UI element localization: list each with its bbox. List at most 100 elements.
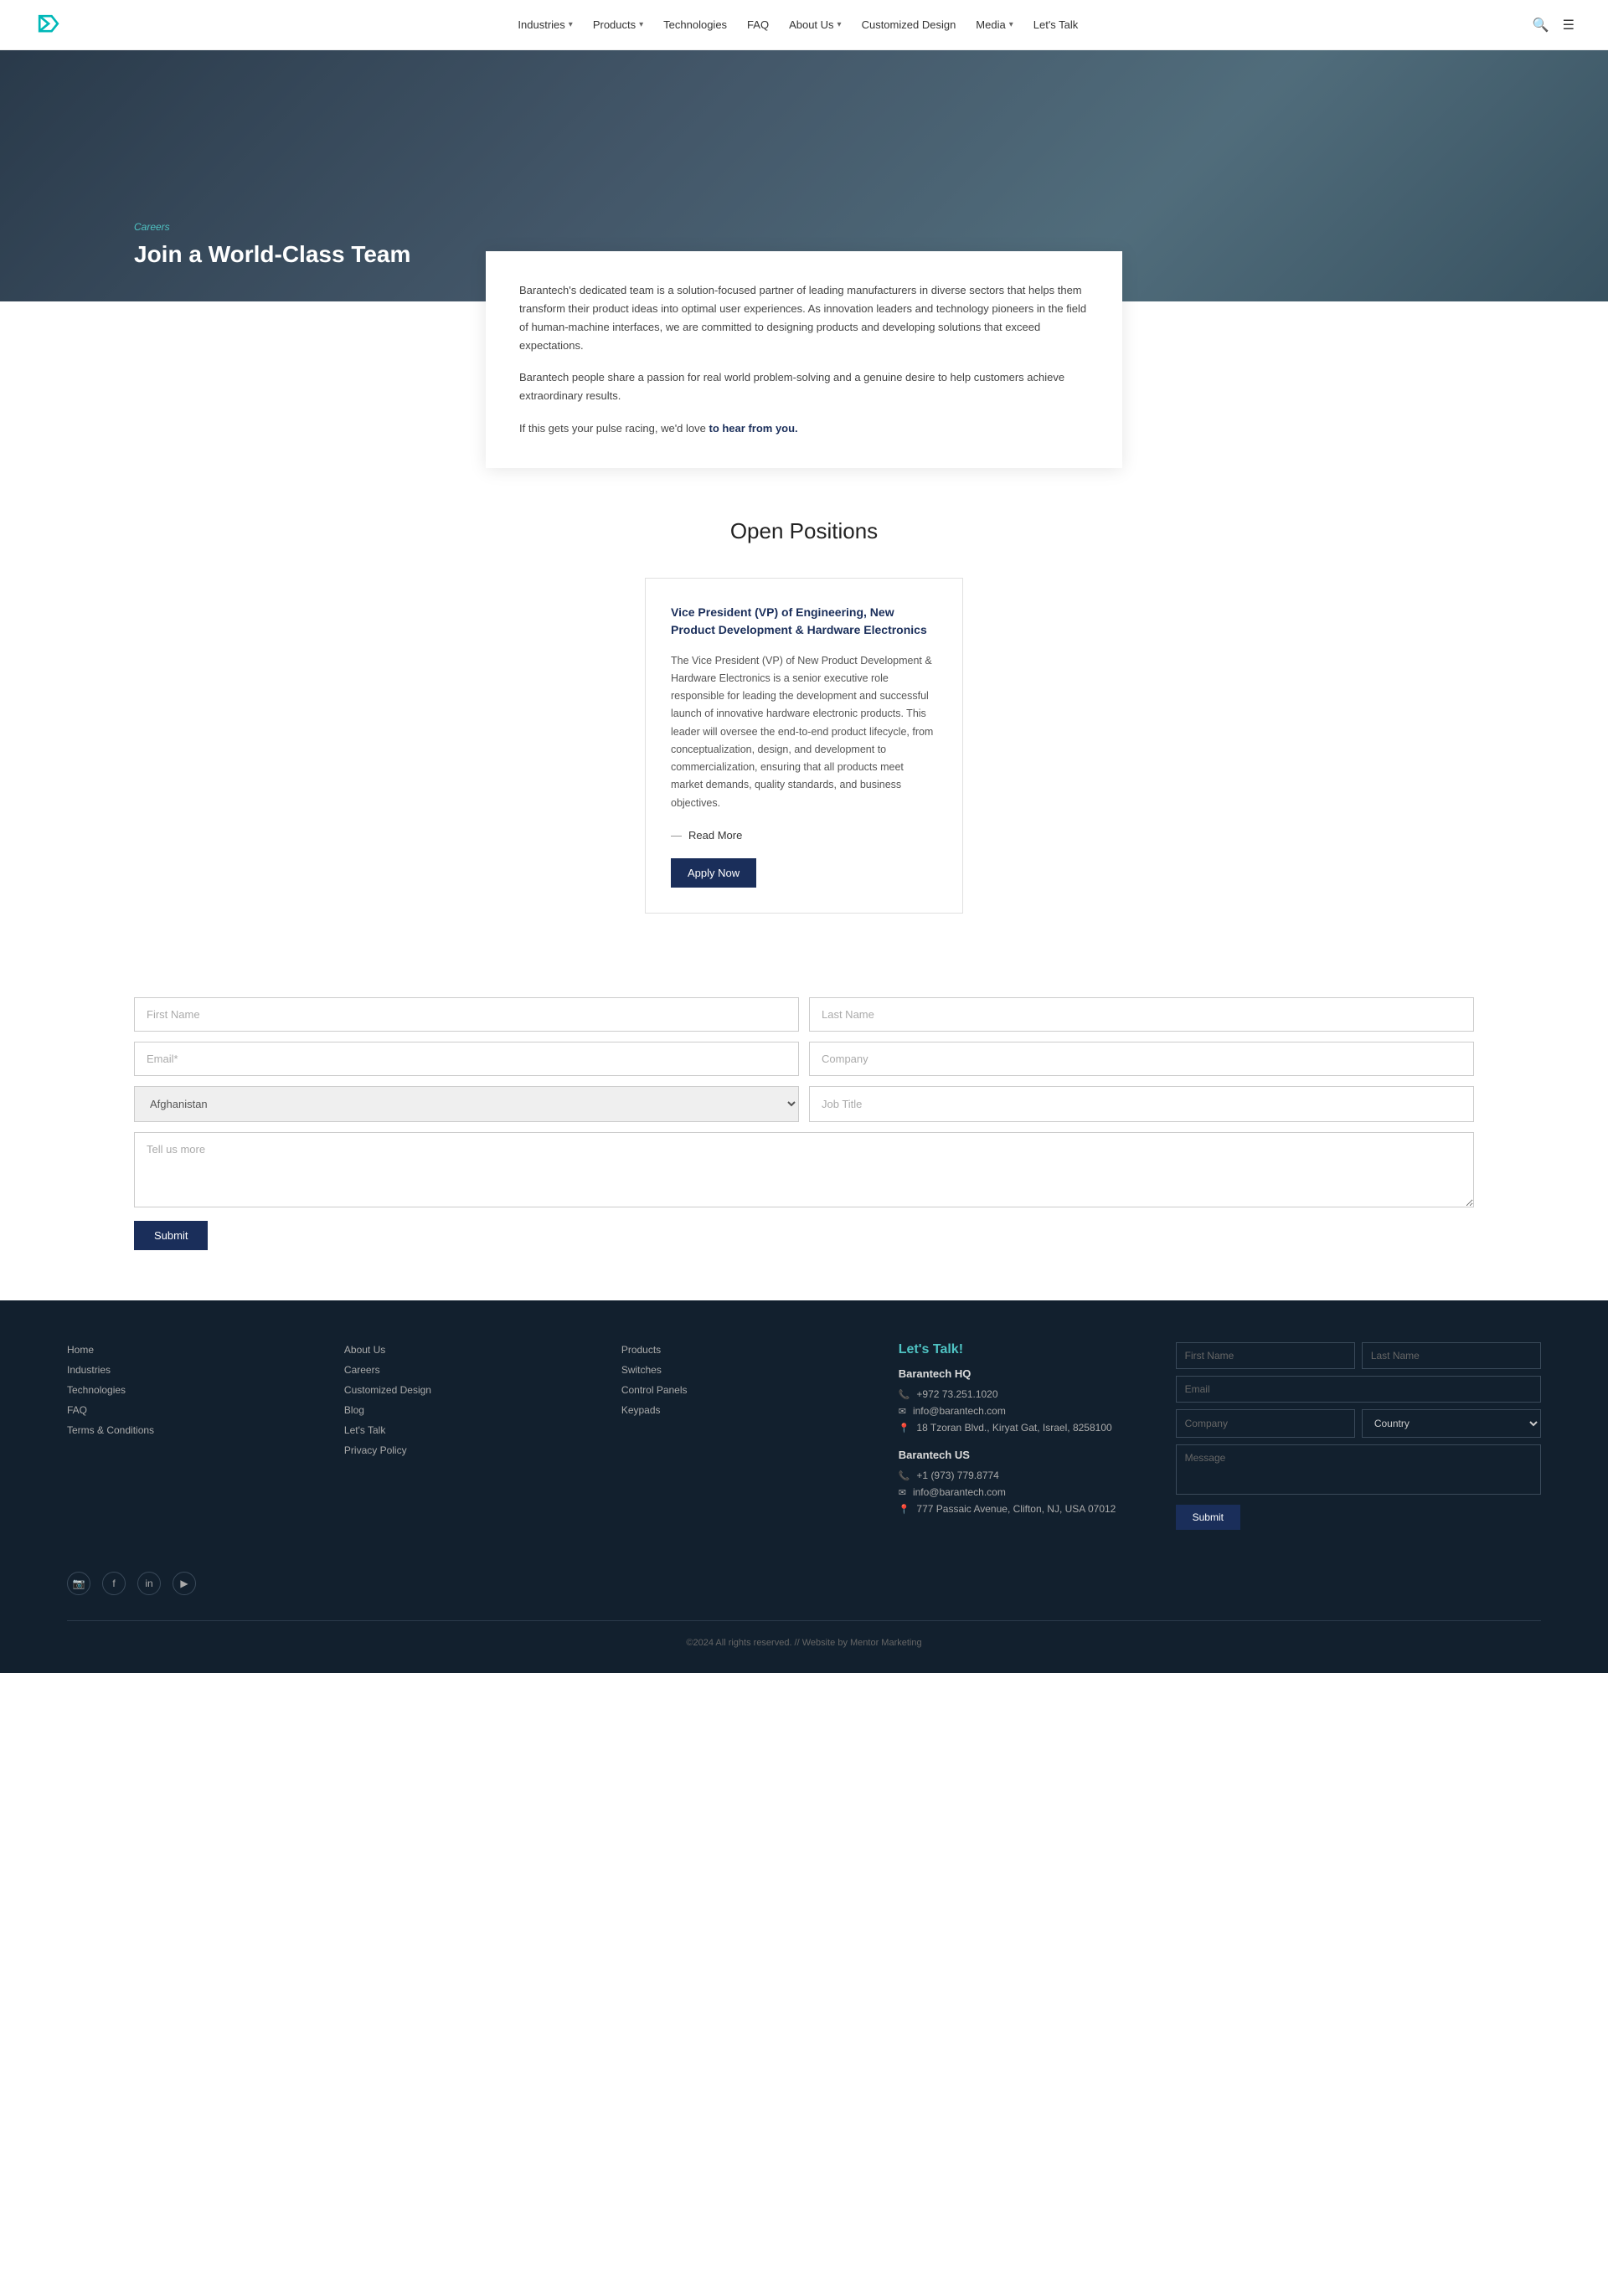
footer-links-col2: About Us Careers Customized Design Blog … (344, 1342, 588, 1456)
phone-icon-us: 📞 (899, 1470, 910, 1481)
footer-links-col1: Home Industries Technologies FAQ Terms &… (67, 1342, 311, 1436)
facebook-icon[interactable]: f (102, 1572, 126, 1595)
apply-now-button[interactable]: Apply Now (671, 858, 756, 888)
intro-para-3: If this gets your pulse racing, we'd lov… (519, 420, 1089, 438)
footer-link-faq[interactable]: FAQ (67, 1403, 311, 1416)
job-title: Vice President (VP) of Engineering, New … (671, 604, 937, 639)
footer-us-address: 📍 777 Passaic Avenue, Clifton, NJ, USA 0… (899, 1503, 1142, 1515)
footer-hq-title: Barantech HQ (899, 1367, 1142, 1380)
company-input[interactable] (809, 1042, 1474, 1076)
breadcrumb: Careers (134, 221, 410, 233)
footer-link-products[interactable]: Products (621, 1342, 865, 1356)
read-more-arrow: — (671, 829, 682, 842)
name-row (134, 997, 1474, 1032)
footer: Home Industries Technologies FAQ Terms &… (0, 1300, 1608, 1673)
copyright-text: ©2024 All rights reserved. // Website by… (686, 1638, 921, 1648)
footer-social-icons: 📷 f in ▶ (67, 1563, 1541, 1595)
nav-links: Industries ▾ Products ▾ Technologies FAQ… (518, 18, 1078, 31)
footer-link-home[interactable]: Home (67, 1342, 311, 1356)
footer-link-technologies[interactable]: Technologies (67, 1382, 311, 1396)
youtube-icon[interactable]: ▶ (173, 1572, 196, 1595)
footer-form-name-row (1176, 1342, 1541, 1369)
search-icon[interactable]: 🔍 (1533, 17, 1549, 33)
footer-link-terms[interactable]: Terms & Conditions (67, 1423, 311, 1436)
footer-col-3: Products Switches Control Panels Keypads (621, 1342, 865, 1530)
footer-link-keypads[interactable]: Keypads (621, 1403, 865, 1416)
intro-para-1: Barantech's dedicated team is a solution… (519, 281, 1089, 355)
open-positions-section: Open Positions Vice President (VP) of En… (0, 468, 1608, 981)
footer-link-customized[interactable]: Customized Design (344, 1382, 588, 1396)
footer-bottom: ©2024 All rights reserved. // Website by… (67, 1620, 1541, 1648)
footer-col-1: Home Industries Technologies FAQ Terms &… (67, 1342, 311, 1530)
linkedin-icon[interactable]: in (137, 1572, 161, 1595)
nav-industries[interactable]: Industries ▾ (518, 18, 572, 31)
location-icon-us: 📍 (899, 1504, 910, 1515)
location-icon: 📍 (899, 1423, 910, 1434)
intro-card: Barantech's dedicated team is a solution… (486, 251, 1122, 468)
job-title-input[interactable] (809, 1086, 1474, 1122)
logo[interactable] (34, 10, 64, 40)
country-select[interactable]: Afghanistan United States Israel (134, 1086, 799, 1122)
phone-icon: 📞 (899, 1389, 910, 1400)
footer-link-blog[interactable]: Blog (344, 1403, 588, 1416)
footer-message-textarea[interactable] (1176, 1444, 1541, 1495)
instagram-icon[interactable]: 📷 (67, 1572, 90, 1595)
footer-company-input[interactable] (1176, 1409, 1355, 1438)
footer-link-careers[interactable]: Careers (344, 1362, 588, 1376)
footer-us-email: ✉ info@barantech.com (899, 1486, 1142, 1498)
hamburger-icon[interactable]: ☰ (1563, 17, 1574, 33)
footer-link-control-panels[interactable]: Control Panels (621, 1382, 865, 1396)
country-job-row: Afghanistan United States Israel (134, 1086, 1474, 1122)
nav-faq[interactable]: FAQ (747, 18, 769, 31)
footer-first-name-input[interactable] (1176, 1342, 1355, 1369)
message-textarea[interactable] (134, 1132, 1474, 1207)
footer-country-select[interactable]: Country United States Israel (1362, 1409, 1541, 1438)
footer-link-letstalk[interactable]: Let's Talk (344, 1423, 588, 1436)
footer-hq-phone: 📞 +972 73.251.1020 (899, 1388, 1142, 1400)
nav-customized[interactable]: Customized Design (862, 18, 956, 31)
nav-lets-talk[interactable]: Let's Talk (1033, 18, 1079, 31)
nav-products[interactable]: Products ▾ (593, 18, 643, 31)
footer-last-name-input[interactable] (1362, 1342, 1541, 1369)
job-description: The Vice President (VP) of New Product D… (671, 652, 937, 812)
footer-link-switches[interactable]: Switches (621, 1362, 865, 1376)
footer-link-privacy[interactable]: Privacy Policy (344, 1443, 588, 1456)
footer-top: Home Industries Technologies FAQ Terms &… (67, 1342, 1541, 1530)
nav-media[interactable]: Media ▾ (976, 18, 1013, 31)
footer-email-input[interactable] (1176, 1376, 1541, 1403)
application-form-section: Afghanistan United States Israel Submit (0, 981, 1608, 1300)
message-row (134, 1132, 1474, 1207)
footer-us-phone: 📞 +1 (973) 779.8774 (899, 1470, 1142, 1481)
email-input[interactable] (134, 1042, 799, 1076)
footer-link-industries[interactable]: Industries (67, 1362, 311, 1376)
last-name-input[interactable] (809, 997, 1474, 1032)
footer-submit-button[interactable]: Submit (1176, 1505, 1240, 1530)
footer-link-about[interactable]: About Us (344, 1342, 588, 1356)
nav-about[interactable]: About Us ▾ (789, 18, 842, 31)
navbar: Industries ▾ Products ▾ Technologies FAQ… (0, 0, 1608, 50)
footer-contact-form: Country United States Israel Submit (1176, 1342, 1541, 1530)
read-more-link[interactable]: — Read More (671, 829, 937, 842)
footer-inner: Home Industries Technologies FAQ Terms &… (0, 1300, 1608, 1673)
footer-col-2: About Us Careers Customized Design Blog … (344, 1342, 588, 1530)
footer-form-company-country-row: Country United States Israel (1176, 1409, 1541, 1438)
footer-hq-address: 📍 18 Tzoran Blvd., Kiryat Gat, Israel, 8… (899, 1422, 1142, 1434)
navbar-actions: 🔍 ☰ (1533, 17, 1574, 33)
footer-contact-info: Let's Talk! Barantech HQ 📞 +972 73.251.1… (899, 1342, 1142, 1530)
nav-technologies[interactable]: Technologies (663, 18, 727, 31)
read-more-label: Read More (688, 829, 742, 842)
intro-para-2: Barantech people share a passion for rea… (519, 368, 1089, 405)
footer-form-email-row (1176, 1376, 1541, 1403)
email-icon-us: ✉ (899, 1487, 906, 1498)
footer-contact-heading: Let's Talk! (899, 1342, 1142, 1357)
footer-form-message-row (1176, 1444, 1541, 1495)
hear-from-you-link[interactable]: to hear from you. (709, 422, 797, 435)
open-positions-heading: Open Positions (134, 518, 1474, 544)
footer-links-col3: Products Switches Control Panels Keypads (621, 1342, 865, 1416)
footer-hq-email: ✉ info@barantech.com (899, 1405, 1142, 1417)
first-name-input[interactable] (134, 997, 799, 1032)
job-card: Vice President (VP) of Engineering, New … (645, 578, 963, 914)
email-company-row (134, 1042, 1474, 1076)
email-icon: ✉ (899, 1406, 906, 1417)
submit-button[interactable]: Submit (134, 1221, 208, 1250)
